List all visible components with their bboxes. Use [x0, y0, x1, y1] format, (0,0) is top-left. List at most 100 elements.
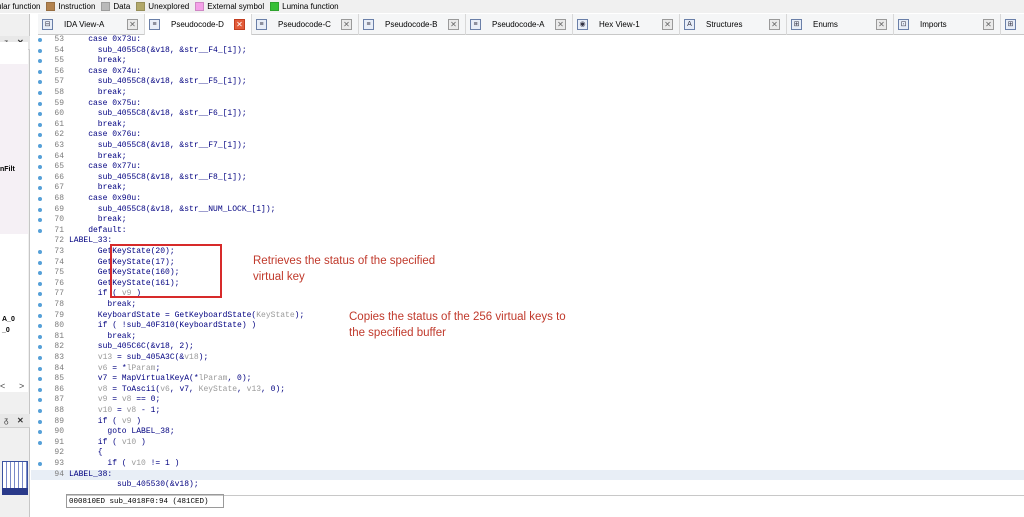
code-line[interactable]: 91 if ( v10 ): [31, 438, 1024, 449]
code-text[interactable]: break;: [69, 183, 127, 194]
breakpoint-dot-icon[interactable]: [38, 48, 42, 53]
breakpoint-dot-icon[interactable]: [38, 91, 42, 95]
code-text[interactable]: sub_4055C8(&v18, &str__F7_[1]);: [69, 141, 247, 152]
code-line[interactable]: 53 case 0x73u:: [31, 35, 1024, 46]
code-line[interactable]: 54 sub_4055C8(&v18, &str__F4_[1]);: [31, 46, 1024, 57]
code-text[interactable]: default:: [69, 226, 126, 237]
code-line[interactable]: 55 break;: [31, 56, 1024, 67]
tab-pseudocode-c[interactable]: ≡ Pseudocode-C ✕: [252, 14, 359, 35]
close-icon[interactable]: ✕: [17, 416, 24, 425]
scroll-left-icon[interactable]: <: [0, 381, 5, 391]
breakpoint-dot-icon[interactable]: [38, 398, 42, 403]
code-line[interactable]: 56 case 0x74u:: [31, 67, 1024, 78]
code-text[interactable]: break;: [69, 88, 127, 99]
breakpoint-dot-icon[interactable]: [38, 218, 42, 223]
code-text[interactable]: break;: [69, 152, 127, 163]
tab-imports[interactable]: ⊡ Imports ✕: [894, 14, 1001, 35]
breakpoint-dot-icon[interactable]: [38, 387, 42, 392]
code-line[interactable]: 69 sub_4055C8(&v18, &str__NUM_LOCK_[1]);: [31, 205, 1024, 216]
code-line[interactable]: 88 v10 = v8 - 1;: [31, 406, 1024, 417]
code-line[interactable]: 92 {: [31, 448, 1024, 459]
close-icon[interactable]: ✕: [983, 19, 994, 30]
breakpoint-dot-icon[interactable]: [38, 122, 42, 127]
code-line[interactable]: 85 v7 = MapVirtualKeyA(*lParam, 0);: [31, 374, 1024, 385]
close-icon[interactable]: ✕: [555, 19, 566, 30]
breakpoint-dot-icon[interactable]: [38, 345, 42, 350]
breakpoint-dot-icon[interactable]: [38, 101, 42, 106]
tab-pseudocode-a[interactable]: ≡ Pseudocode-A ✕: [466, 14, 573, 35]
breakpoint-dot-icon[interactable]: [38, 228, 42, 233]
code-line[interactable]: 61 break;: [31, 120, 1024, 131]
breakpoint-dot-icon[interactable]: [38, 409, 42, 413]
code-line[interactable]: 66 sub_4055C8(&v18, &str__F8_[1]);: [31, 173, 1024, 184]
close-icon[interactable]: ✕: [127, 19, 138, 30]
code-text[interactable]: case 0x74u:: [69, 67, 141, 78]
code-text[interactable]: v6 = *lParam;: [69, 364, 160, 375]
breakpoint-dot-icon[interactable]: [38, 356, 42, 360]
code-line[interactable]: 57 sub_4055C8(&v18, &str__F5_[1]);: [31, 77, 1024, 88]
breakpoint-dot-icon[interactable]: [38, 292, 42, 297]
code-text[interactable]: v10 = v8 - 1;: [69, 406, 160, 417]
breakpoint-dot-icon[interactable]: [38, 366, 42, 371]
code-line[interactable]: 67 break;: [31, 183, 1024, 194]
breakpoint-dot-icon[interactable]: [38, 324, 42, 329]
breakpoint-dot-icon[interactable]: [38, 80, 42, 85]
code-text[interactable]: goto LABEL_38;: [69, 427, 174, 438]
code-line[interactable]: 84 v6 = *lParam;: [31, 364, 1024, 375]
code-text[interactable]: case 0x90u:: [69, 194, 141, 205]
code-text[interactable]: v13 = sub_405A3C(&v18);: [69, 353, 208, 364]
tab-structures[interactable]: A Structures ✕: [680, 14, 787, 35]
code-line[interactable]: 89 if ( v9 ): [31, 417, 1024, 428]
close-icon[interactable]: ✕: [448, 19, 459, 30]
code-text[interactable]: break;: [69, 215, 127, 226]
code-line[interactable]: 59 case 0x75u:: [31, 99, 1024, 110]
close-icon[interactable]: ✕: [876, 19, 887, 30]
code-line[interactable]: 87 v9 = v8 == 0;: [31, 395, 1024, 406]
code-text[interactable]: sub_4055C8(&v18, &str__F4_[1]);: [69, 46, 247, 57]
code-line[interactable]: 83 v13 = sub_405A3C(&v18);: [31, 353, 1024, 364]
code-text[interactable]: sub_4055C8(&v18, &str__F5_[1]);: [69, 77, 247, 88]
close-icon[interactable]: ✕: [662, 19, 673, 30]
code-line[interactable]: 64 break;: [31, 152, 1024, 163]
breakpoint-dot-icon[interactable]: [38, 165, 42, 170]
code-text[interactable]: if ( v10 != 1 ): [69, 459, 179, 470]
pin-icon[interactable]: ᵹ: [4, 416, 8, 425]
code-line[interactable]: 58 break;: [31, 88, 1024, 99]
code-text[interactable]: LABEL_38:: [69, 470, 112, 481]
breakpoint-dot-icon[interactable]: [38, 303, 42, 307]
code-text[interactable]: case 0x77u:: [69, 162, 141, 173]
breakpoint-dot-icon[interactable]: [38, 38, 42, 42]
breakpoint-dot-icon[interactable]: [38, 133, 42, 138]
code-line[interactable]: sub_405530(&v18);: [31, 480, 1024, 491]
code-text[interactable]: case 0x73u:: [69, 35, 141, 46]
tab-ida-view-a[interactable]: ⊟ IDA View-A ✕: [38, 14, 145, 35]
code-text[interactable]: break;: [69, 300, 136, 311]
breakpoint-dot-icon[interactable]: [38, 175, 42, 180]
breakpoint-dot-icon[interactable]: [38, 207, 42, 212]
code-line[interactable]: 71 default:: [31, 226, 1024, 237]
breakpoint-dot-icon[interactable]: [38, 154, 42, 159]
scroll-right-icon[interactable]: >: [19, 381, 24, 391]
code-line[interactable]: 62 case 0x76u:: [31, 130, 1024, 141]
code-line[interactable]: 65 case 0x77u:: [31, 162, 1024, 173]
close-icon[interactable]: ✕: [234, 19, 245, 30]
breakpoint-dot-icon[interactable]: [38, 281, 42, 286]
code-text[interactable]: LABEL_33:: [69, 236, 112, 247]
code-text[interactable]: sub_4055C8(&v18, &str__F8_[1]);: [69, 173, 247, 184]
code-line[interactable]: 82 sub_405C6C(&v18, 2);: [31, 342, 1024, 353]
breakpoint-dot-icon[interactable]: [38, 377, 42, 382]
tab-overflow[interactable]: ⊞: [1001, 14, 1021, 35]
horizontal-scrollbar[interactable]: < >: [0, 381, 28, 393]
breakpoint-dot-icon[interactable]: [38, 271, 42, 276]
code-text[interactable]: case 0x76u:: [69, 130, 141, 141]
code-text[interactable]: break;: [69, 120, 127, 131]
breakpoint-dot-icon[interactable]: [38, 440, 42, 445]
code-text[interactable]: sub_405530(&v18);: [69, 480, 199, 491]
breakpoint-dot-icon[interactable]: [38, 59, 42, 64]
breakpoint-dot-icon[interactable]: [38, 197, 42, 201]
breakpoint-dot-icon[interactable]: [38, 462, 42, 466]
function-fragment[interactable]: _0: [2, 327, 10, 334]
code-text[interactable]: break;: [69, 332, 136, 343]
breakpoint-dot-icon[interactable]: [38, 430, 42, 435]
code-text[interactable]: v7 = MapVirtualKeyA(*lParam, 0);: [69, 374, 252, 385]
